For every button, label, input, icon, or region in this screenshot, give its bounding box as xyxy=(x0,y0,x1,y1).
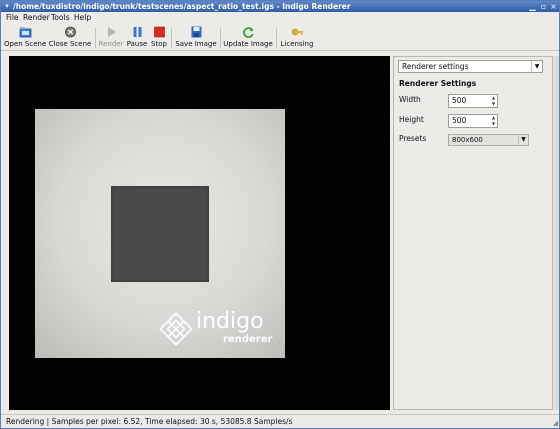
chevron-down-icon[interactable]: ▼ xyxy=(518,135,528,145)
stop-icon xyxy=(153,26,166,38)
close-window-icon[interactable]: × xyxy=(549,2,558,11)
title-bar: ▾ /home/tuxdistro/indigo/trunk/testscene… xyxy=(1,1,559,12)
close-scene-label: Close Scene xyxy=(48,40,92,48)
key-icon xyxy=(291,26,304,38)
close-circle-icon xyxy=(64,26,77,38)
update-image-button[interactable]: Update Image xyxy=(223,25,273,50)
render-button[interactable]: Render xyxy=(98,25,124,50)
height-stepper-icon[interactable]: ▲ ▼ xyxy=(490,115,497,127)
toolbar: Open Scene Close Scene Render Pause Stop… xyxy=(1,24,559,51)
height-value: 500 xyxy=(452,116,467,125)
pause-label: Pause xyxy=(126,40,148,48)
close-scene-button[interactable]: Close Scene xyxy=(48,25,92,50)
width-spinbox[interactable]: 500 ▲ ▼ xyxy=(448,94,498,108)
menu-render[interactable]: Render xyxy=(23,12,50,24)
update-image-label: Update Image xyxy=(223,40,273,48)
stop-label: Stop xyxy=(151,40,167,48)
render-label: Render xyxy=(98,40,124,48)
app-window: ▾ /home/tuxdistro/indigo/trunk/testscene… xyxy=(0,0,560,429)
section-heading: Renderer Settings xyxy=(399,79,477,88)
width-label: Width xyxy=(399,95,421,104)
rendered-image: indigo renderer xyxy=(35,109,285,358)
refresh-icon xyxy=(242,26,255,38)
minimize-icon[interactable]: ▁ xyxy=(528,2,537,11)
licensing-label: Licensing xyxy=(280,40,314,48)
open-scene-label: Open Scene xyxy=(4,40,47,48)
menu-help[interactable]: Help xyxy=(74,12,91,24)
maximize-icon[interactable]: ▫ xyxy=(539,2,548,11)
play-icon xyxy=(105,26,118,38)
open-scene-button[interactable]: Open Scene xyxy=(4,25,46,50)
pause-icon xyxy=(131,26,144,38)
panel-selector-value: Renderer settings xyxy=(402,62,469,71)
status-text: Rendering | Samples per pixel: 6.52, Tim… xyxy=(6,417,293,426)
save-image-label: Save Image xyxy=(175,40,217,48)
width-stepper-icon[interactable]: ▲ ▼ xyxy=(490,95,497,107)
vertical-scrollbar[interactable] xyxy=(554,56,559,410)
width-value: 500 xyxy=(452,96,467,105)
height-label: Height xyxy=(399,115,424,124)
logo-wordmark: indigo xyxy=(196,309,264,334)
settings-panel: Renderer settings ▼ Renderer Settings Wi… xyxy=(393,56,553,410)
pause-button[interactable]: Pause xyxy=(126,25,148,50)
stop-button[interactable]: Stop xyxy=(150,25,168,50)
indigo-logo-icon xyxy=(159,312,193,346)
toolbar-separator xyxy=(220,28,221,48)
toolbar-separator xyxy=(95,28,96,48)
licensing-button[interactable]: Licensing xyxy=(280,25,314,50)
chevron-down-icon[interactable]: ▼ xyxy=(531,61,542,72)
logo-subtitle: renderer xyxy=(223,334,273,345)
save-image-button[interactable]: Save Image xyxy=(175,25,217,50)
toolbar-separator xyxy=(171,28,172,48)
window-title: /home/tuxdistro/indigo/trunk/testscenes/… xyxy=(13,2,351,11)
rendered-dark-square xyxy=(111,186,209,282)
window-menu-icon[interactable]: ▾ xyxy=(3,2,11,11)
presets-label: Presets xyxy=(399,134,427,143)
height-spinbox[interactable]: 500 ▲ ▼ xyxy=(448,114,498,128)
toolbar-separator xyxy=(276,28,277,48)
menu-bar: File Render Tools Help xyxy=(1,12,559,24)
menu-tools[interactable]: Tools xyxy=(51,12,69,24)
panel-selector-dropdown[interactable]: Renderer settings ▼ xyxy=(398,60,543,73)
render-viewport[interactable]: indigo renderer xyxy=(9,56,390,410)
status-bar: Rendering | Samples per pixel: 6.52, Tim… xyxy=(1,414,559,428)
floppy-disk-icon xyxy=(190,26,203,38)
resize-grip-icon[interactable]: ◢ xyxy=(550,419,558,427)
menu-file[interactable]: File xyxy=(6,12,19,24)
presets-dropdown[interactable]: 800x600 ▼ xyxy=(448,134,529,146)
open-folder-icon xyxy=(19,26,32,38)
presets-value: 800x600 xyxy=(452,136,483,144)
